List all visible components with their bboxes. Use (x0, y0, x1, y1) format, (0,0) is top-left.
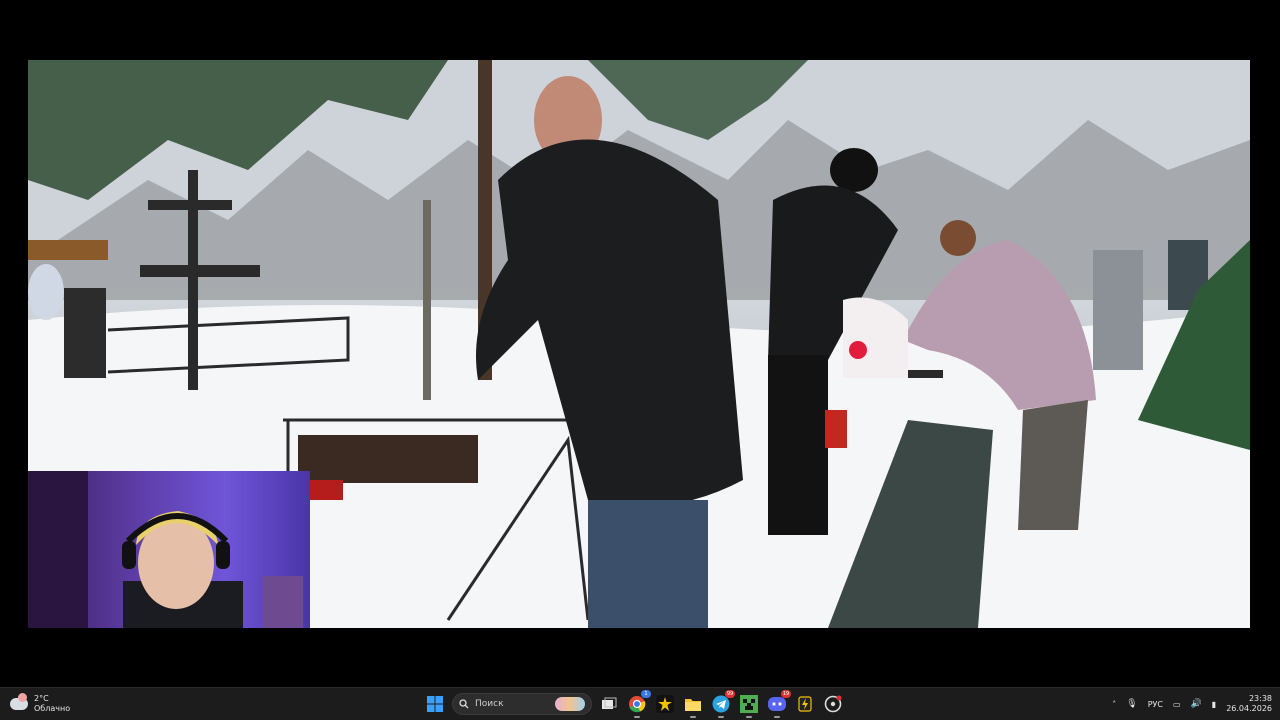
taskbar-center: Поиск 1 99 19 (424, 690, 844, 718)
tray-overflow-chevron-icon[interactable]: ˄ (1112, 700, 1116, 709)
discord-badge: 19 (781, 690, 791, 698)
burst-icon (656, 695, 674, 713)
search-highlight-icon (555, 697, 585, 711)
task-view-icon (602, 697, 617, 709)
windows-logo-icon (427, 696, 443, 712)
video-player-frame[interactable] (28, 60, 1250, 628)
search-icon (459, 699, 469, 709)
chrome-badge: 1 (641, 690, 651, 698)
taskbar-search[interactable]: Поиск (452, 693, 592, 715)
start-button[interactable] (424, 693, 446, 715)
weather-condition: Облачно (34, 704, 71, 713)
webcam-overlay (28, 471, 310, 628)
microphone-icon[interactable]: 🎙 (1126, 699, 1137, 709)
discord-button[interactable]: 19 (766, 690, 791, 718)
file-explorer-button[interactable] (682, 693, 704, 718)
clock-date: 26.04.2026 (1226, 704, 1272, 713)
creeper-icon (740, 695, 758, 713)
weather-temperature: 2°C (34, 694, 49, 703)
record-icon (824, 695, 842, 713)
clock[interactable]: 23:38 26.04.2026 (1226, 694, 1272, 714)
telegram-button[interactable]: 99 (710, 690, 735, 718)
network-icon[interactable]: ▭ (1173, 700, 1181, 709)
volume-icon[interactable]: 🔊 (1191, 699, 1202, 709)
utility-button[interactable] (794, 693, 816, 715)
cloud-icon (10, 693, 28, 710)
folder-icon (685, 699, 701, 711)
weather-widget[interactable]: 2°C Облачно (10, 692, 70, 716)
obs-button[interactable] (822, 693, 844, 715)
taskbar: 2°C Облачно Поиск 1 99 19 ˄ 🎙 РУС ▭ 🔊 ▮ … (0, 687, 1280, 720)
photo-app-button[interactable] (654, 693, 676, 715)
webcam-feed (28, 471, 303, 628)
system-tray: ˄ 🎙 РУС ▭ 🔊 ▮ 23:38 26.04.2026 (1112, 692, 1272, 716)
clock-time: 23:38 (1248, 694, 1272, 703)
language-indicator[interactable]: РУС (1148, 700, 1163, 709)
battery-icon[interactable]: ▮ (1212, 700, 1216, 709)
minecraft-button[interactable] (738, 693, 760, 718)
telegram-badge: 99 (725, 690, 735, 698)
task-view-button[interactable] (598, 693, 620, 715)
search-label: Поиск (475, 699, 504, 709)
chrome-button[interactable]: 1 (626, 690, 651, 718)
bolt-icon (798, 696, 812, 712)
